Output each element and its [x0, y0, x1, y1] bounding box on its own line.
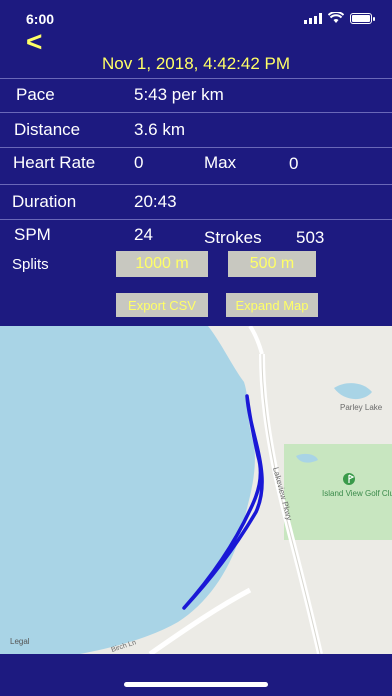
golf-club-label: Island View Golf Club: [322, 489, 392, 498]
parley-lake-label: Parley Lake: [340, 403, 383, 412]
divider: [0, 147, 392, 148]
spm-label: SPM: [14, 225, 51, 244]
status-icons: [304, 12, 375, 24]
max-value: 0: [289, 154, 299, 173]
pace-label: Pace: [16, 85, 55, 104]
map-canvas: Parley Lake Lakeview Pkwy Island View Go…: [0, 326, 392, 654]
strokes-label: Strokes: [204, 228, 262, 247]
splits-label: Splits: [12, 256, 49, 273]
wifi-icon: [328, 12, 344, 23]
heart-rate-label: Heart Rate: [13, 153, 96, 172]
battery-icon: [350, 12, 375, 24]
heart-rate-value: 0: [134, 153, 144, 172]
pace-value: 5:43 per km: [134, 85, 224, 104]
duration-value: 20:43: [134, 192, 177, 211]
home-indicator[interactable]: [124, 682, 268, 687]
status-bar: 6:00: [0, 0, 392, 40]
divider: [0, 112, 392, 113]
duration-label: Duration: [12, 192, 77, 211]
cellular-signal-icon: [304, 12, 322, 24]
spm-value: 24: [134, 225, 153, 244]
strokes-value: 503: [296, 228, 325, 247]
expand-map-button[interactable]: Expand Map: [226, 293, 318, 317]
split-1000m-button[interactable]: 1000 m: [116, 251, 208, 277]
divider: [0, 219, 392, 220]
divider: [0, 78, 392, 79]
distance-label: Distance: [14, 120, 81, 139]
distance-value: 3.6 km: [134, 120, 186, 139]
map-legal-link[interactable]: Legal: [10, 637, 30, 646]
route-map[interactable]: Parley Lake Lakeview Pkwy Island View Go…: [0, 326, 392, 654]
export-csv-button[interactable]: Export CSV: [116, 293, 208, 317]
status-time: 6:00: [26, 11, 55, 27]
split-500m-button[interactable]: 500 m: [228, 251, 316, 277]
workout-date: Nov 1, 2018, 4:42:42 PM: [101, 54, 291, 73]
max-label: Max: [204, 153, 237, 172]
bottom-area: [0, 654, 392, 696]
divider: [0, 184, 392, 185]
